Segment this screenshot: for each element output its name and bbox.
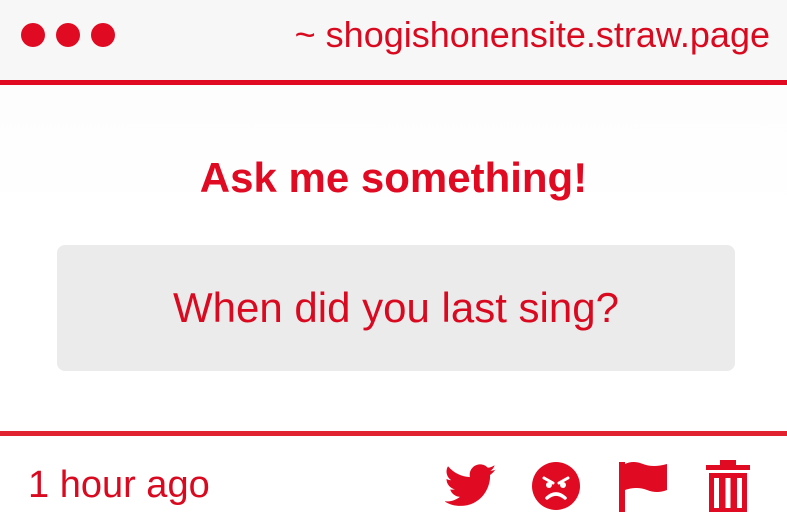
window-dot-minimize[interactable] <box>56 23 80 47</box>
footer-divider <box>0 431 787 436</box>
delete-button[interactable] <box>700 458 756 514</box>
twitter-bird-icon <box>445 464 497 506</box>
ask-card: ~ shogishonensite.straw.page Ask me some… <box>0 0 787 531</box>
window-dot-maximize[interactable] <box>91 23 115 47</box>
trash-icon <box>706 460 750 512</box>
timestamp: 1 hour ago <box>28 464 210 506</box>
report-button[interactable] <box>615 458 671 514</box>
site-url[interactable]: ~ shogishonensite.straw.page <box>295 13 770 57</box>
angry-react-button[interactable] <box>528 458 584 514</box>
flag-icon <box>619 462 667 512</box>
question-text: When did you last sing? <box>173 284 619 331</box>
angry-face-icon <box>532 462 580 510</box>
question-box: When did you last sing? <box>57 245 735 371</box>
page-heading: Ask me something! <box>199 154 588 201</box>
share-twitter-button[interactable] <box>443 458 499 514</box>
title-bar-divider <box>0 80 787 85</box>
window-dot-close[interactable] <box>21 23 45 47</box>
action-bar <box>440 458 770 514</box>
title-bar: ~ shogishonensite.straw.page <box>0 0 787 80</box>
window-controls <box>21 23 115 47</box>
